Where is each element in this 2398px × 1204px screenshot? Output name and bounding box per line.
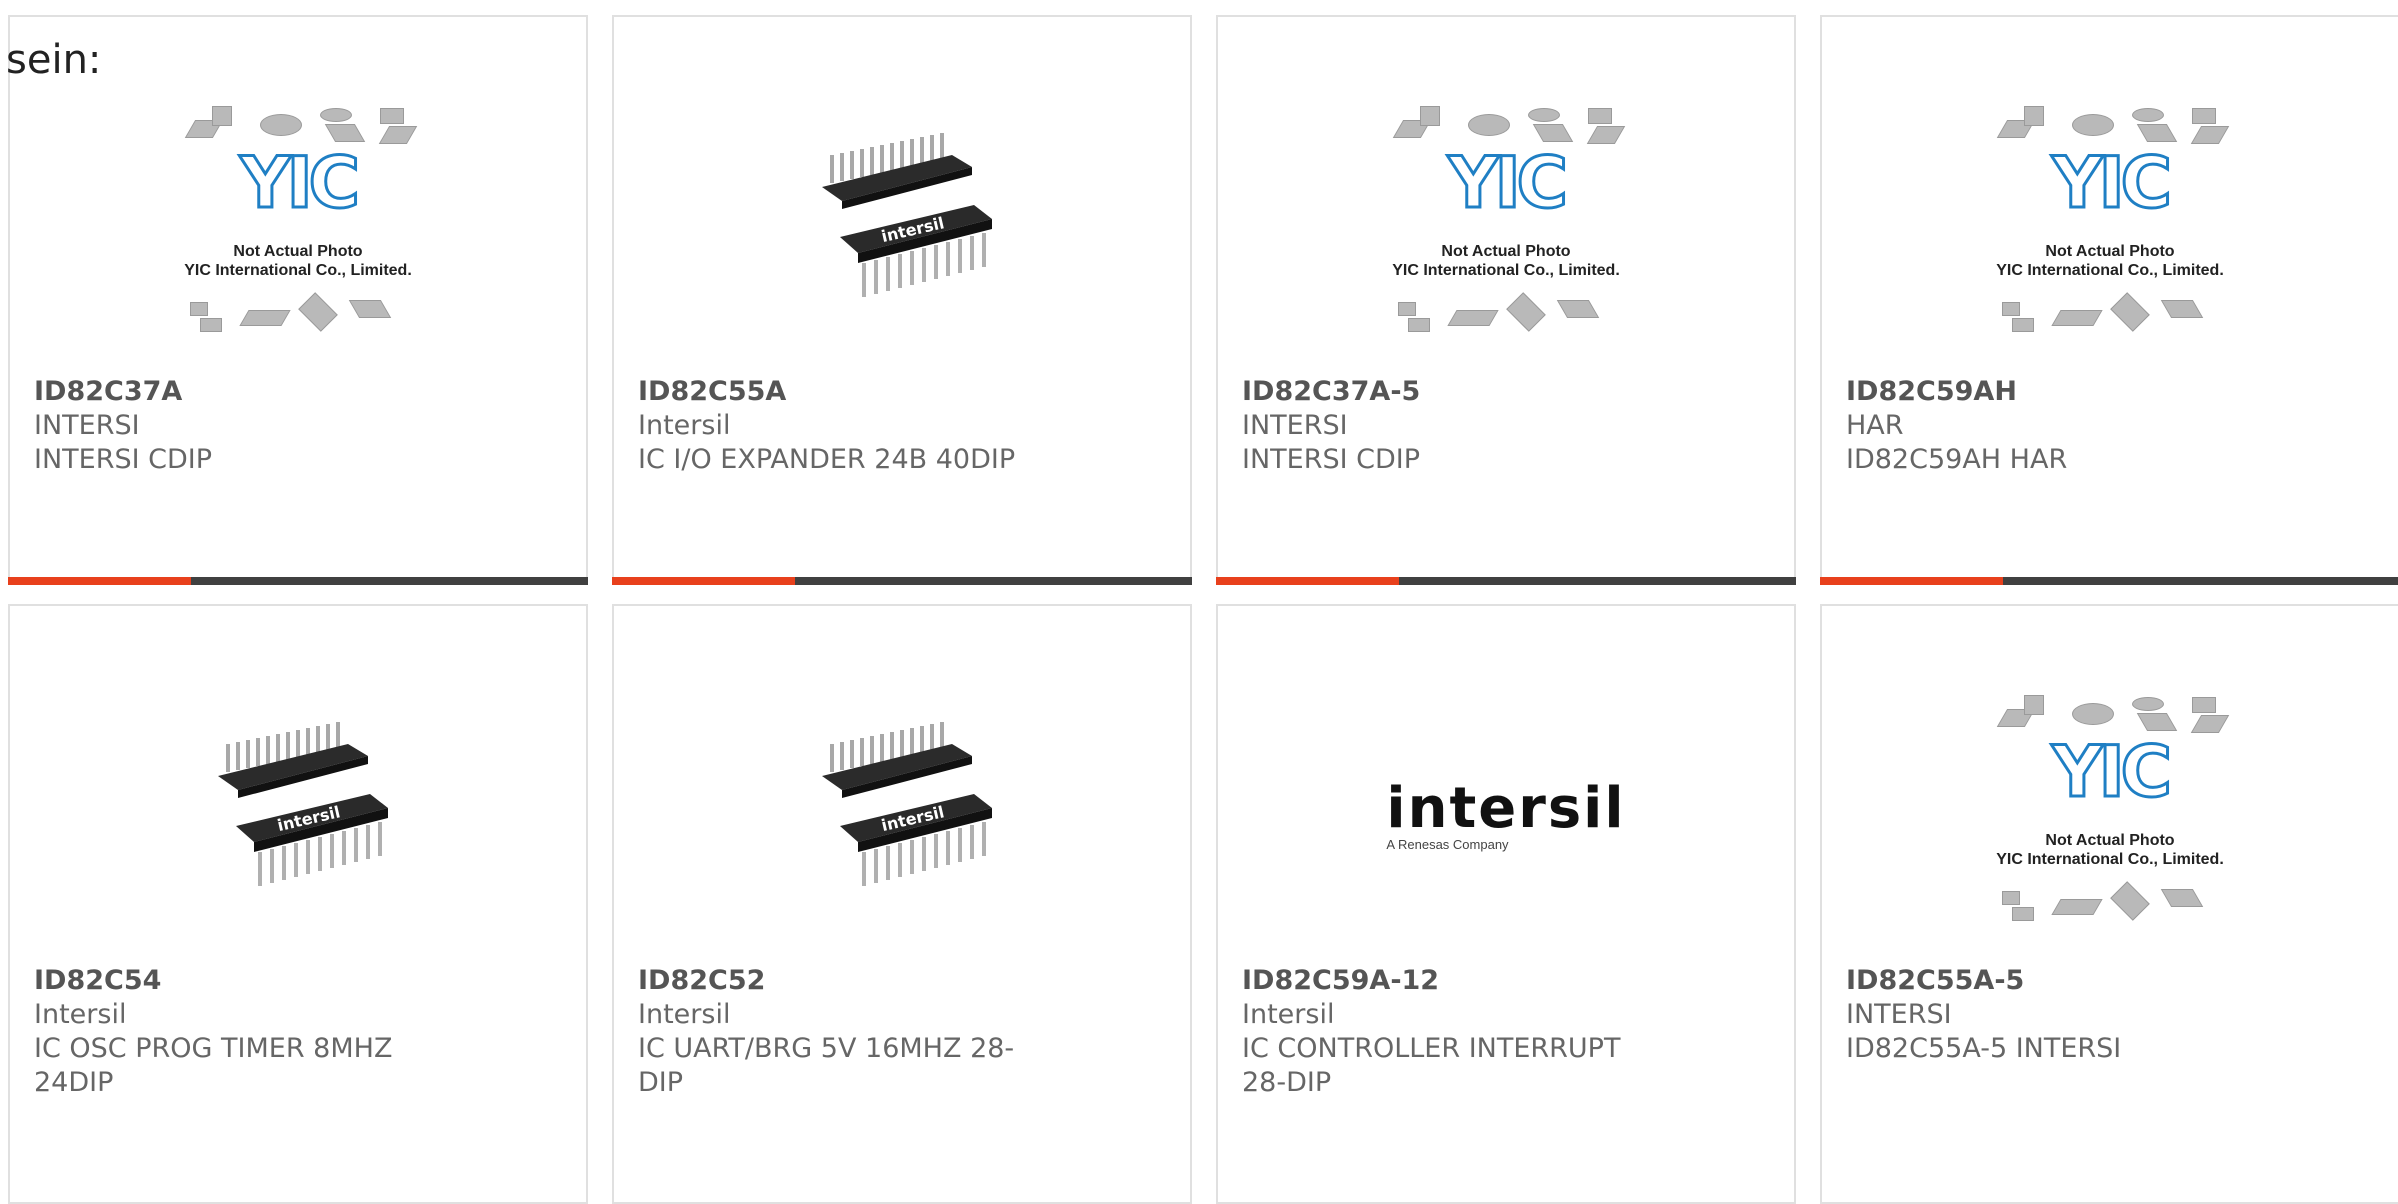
product-info: ID82C55A Intersil IC I/O EXPANDER 24B 40DI…: [638, 375, 1050, 477]
card-accent-segment: [8, 577, 191, 585]
description: ID82C59AH HAR: [1846, 444, 2068, 475]
description: IC I/O EXPANDER 24B 40DIP: [638, 444, 1016, 475]
placeholder-image: YIC Not Actual Photo YIC International C…: [1980, 689, 2240, 939]
yic-logo: YIC: [238, 142, 361, 224]
placeholder-caption: Not Actual Photo YIC International Co., …: [1996, 243, 2224, 279]
intersil-logo: intersil A Renesas Company: [1386, 776, 1626, 852]
card-accent-segment: [612, 577, 795, 585]
product-card[interactable]: YIC Not Actual Photo YIC International C…: [1820, 604, 2398, 1204]
product-info: ID82C59A-12 Intersil IC CONTROLLER INTERRU…: [1242, 964, 1654, 1100]
placeholder-image: YIC Not Actual Photo YIC International C…: [1980, 100, 2240, 350]
product-image[interactable]: YIC Not Actual Photo YIC International C…: [1218, 95, 1794, 355]
description: IC UART/BRG 5V 16MHZ 28-DIP: [638, 1033, 1015, 1098]
product-info: ID82C37A INTERSI INTERSI CDIP: [34, 375, 446, 477]
yic-logo: YIC: [1446, 142, 1569, 224]
yic-logo: YIC: [2050, 142, 2173, 224]
product-info: ID82C37A-5 INTERSI INTERSI CDIP: [1242, 375, 1654, 477]
manufacturer: INTERSI: [1242, 410, 1348, 441]
placeholder-caption: Not Actual Photo YIC International Co., …: [1392, 243, 1620, 279]
dip-chip-image: intersil: [822, 722, 992, 886]
product-image[interactable]: YIC Not Actual Photo YIC International C…: [1822, 684, 2398, 944]
card-accent-segment: [1820, 577, 2003, 585]
product-image[interactable]: intersil: [10, 684, 586, 944]
product-card[interactable]: intersil ID82C55A Intersil IC I/O EXPANDER…: [612, 15, 1192, 585]
manufacturer: INTERSI: [1846, 999, 1952, 1030]
part-number[interactable]: ID82C37A: [34, 375, 446, 409]
description: INTERSI CDIP: [1242, 444, 1421, 475]
product-card[interactable]: YIC Not Actual Photo YIC International C…: [1820, 15, 2398, 585]
part-number[interactable]: ID82C59AH: [1846, 375, 2258, 409]
description: IC OSC PROG TIMER 8MHZ 24DIP: [34, 1033, 393, 1098]
description: ID82C55A-5 INTERSI: [1846, 1033, 2122, 1064]
description: INTERSI CDIP: [34, 444, 213, 475]
product-info: ID82C59AH HAR ID82C59AH HAR: [1846, 375, 2258, 477]
page-heading: sein:: [6, 37, 102, 83]
card-accent-bar: [1820, 577, 2398, 585]
card-accent-bar: [8, 577, 588, 585]
product-card[interactable]: intersil ID82C52 Intersil IC UART/BRG 5V 1…: [612, 604, 1192, 1204]
part-number[interactable]: ID82C54: [34, 964, 446, 998]
product-card[interactable]: YIC Not Actual Photo YIC International C…: [8, 15, 588, 585]
product-card[interactable]: YIC Not Actual Photo YIC International C…: [1216, 15, 1796, 585]
part-number[interactable]: ID82C55A: [638, 375, 1050, 409]
part-number[interactable]: ID82C52: [638, 964, 1050, 998]
part-number[interactable]: ID82C59A-12: [1242, 964, 1654, 998]
description: IC CONTROLLER INTERRUPT 28-DIP: [1242, 1033, 1621, 1098]
product-info: ID82C54 Intersil IC OSC PROG TIMER 8MHZ 24…: [34, 964, 446, 1100]
product-image[interactable]: intersil: [614, 95, 1190, 355]
dip-chip-image: intersil: [218, 722, 388, 886]
manufacturer: Intersil: [638, 999, 731, 1030]
placeholder-image: YIC Not Actual Photo YIC International C…: [1376, 100, 1636, 350]
manufacturer: Intersil: [638, 410, 731, 441]
placeholder-caption: Not Actual Photo YIC International Co., …: [1996, 832, 2224, 868]
product-image[interactable]: intersil: [614, 684, 1190, 944]
product-card[interactable]: intersil A Renesas Company ID82C59A-12 In…: [1216, 604, 1796, 1204]
card-accent-bar: [1216, 577, 1796, 585]
manufacturer: HAR: [1846, 410, 1904, 441]
product-image[interactable]: YIC Not Actual Photo YIC International C…: [10, 95, 586, 355]
product-image[interactable]: YIC Not Actual Photo YIC International C…: [1822, 95, 2398, 355]
placeholder-caption: Not Actual Photo YIC International Co., …: [184, 243, 412, 279]
product-card[interactable]: intersil ID82C54 Intersil IC OSC PROG TIME…: [8, 604, 588, 1204]
yic-logo: YIC: [2050, 731, 2173, 813]
part-number[interactable]: ID82C55A-5: [1846, 964, 2258, 998]
product-info: ID82C55A-5 INTERSI ID82C55A-5 INTERSI: [1846, 964, 2258, 1066]
card-accent-segment: [1216, 577, 1399, 585]
manufacturer: Intersil: [34, 999, 127, 1030]
part-number[interactable]: ID82C37A-5: [1242, 375, 1654, 409]
manufacturer: Intersil: [1242, 999, 1335, 1030]
product-info: ID82C52 Intersil IC UART/BRG 5V 16MHZ 28-D…: [638, 964, 1050, 1100]
manufacturer: INTERSI: [34, 410, 140, 441]
card-accent-bar: [612, 577, 1192, 585]
placeholder-image: YIC Not Actual Photo YIC International C…: [168, 100, 428, 350]
product-image[interactable]: intersil A Renesas Company: [1218, 684, 1794, 944]
dip-chip-image: intersil: [822, 133, 992, 297]
